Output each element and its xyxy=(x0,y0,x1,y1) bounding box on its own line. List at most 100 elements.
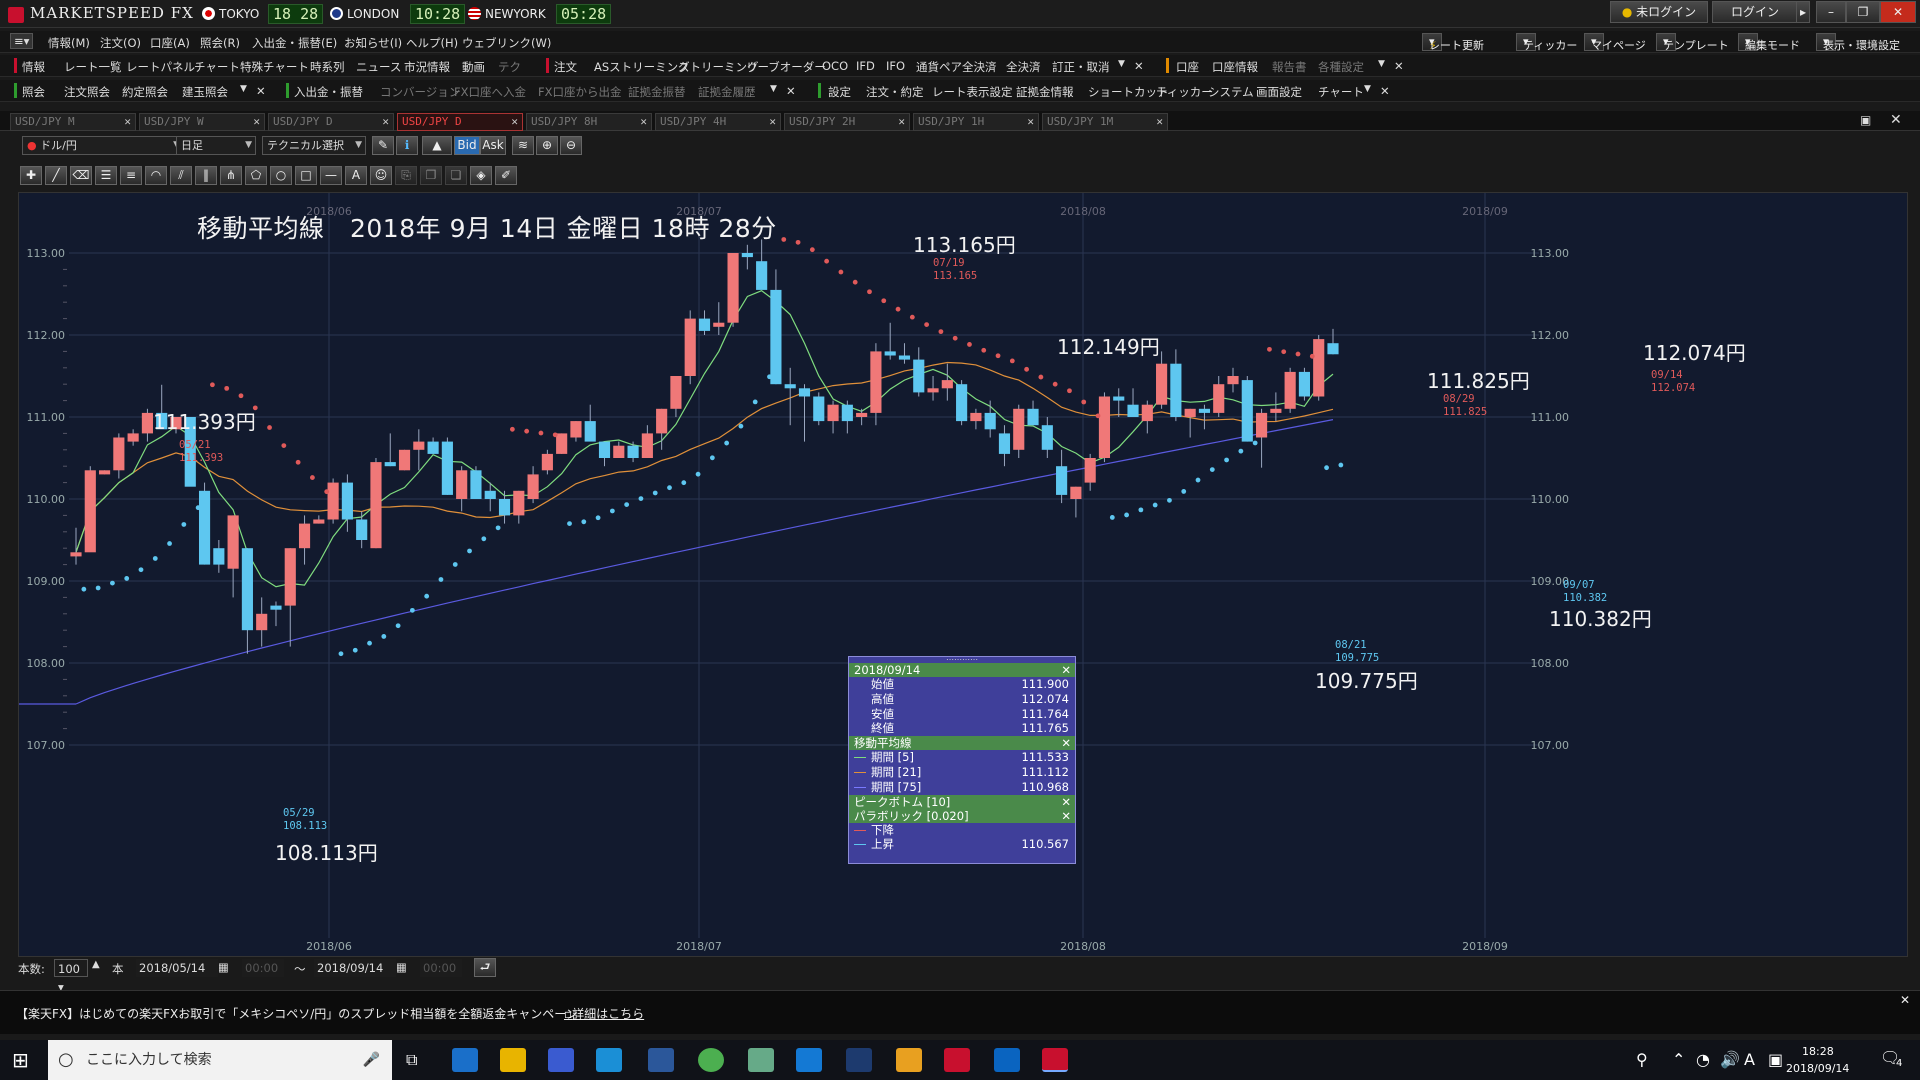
login-status-button[interactable]: ● 未ログイン xyxy=(1610,1,1708,23)
account-settings[interactable]: 各種設定 xyxy=(1318,59,1364,75)
order-cancel[interactable]: 訂正・取消 xyxy=(1052,59,1110,75)
close-icon[interactable]: ✕ xyxy=(1061,795,1071,809)
tab-close-icon[interactable]: ✕ xyxy=(898,114,905,130)
info-tech[interactable]: テク xyxy=(498,59,521,75)
info-rate-panel[interactable]: レートパネル xyxy=(126,59,195,75)
settings-ticker[interactable]: ティッカー xyxy=(1156,84,1213,100)
login-arrow-icon[interactable]: ▸ xyxy=(1796,1,1810,23)
edge-icon[interactable] xyxy=(796,1048,822,1072)
hline-icon[interactable]: — xyxy=(320,166,342,185)
minimize-button[interactable]: – xyxy=(1816,1,1846,23)
rate-update-button[interactable]: ⚡ レート更新 ▾ xyxy=(1422,33,1484,52)
circle-icon[interactable]: ○ xyxy=(270,166,292,185)
outlook-icon[interactable] xyxy=(994,1048,1020,1072)
volume-icon[interactable]: 🔊 xyxy=(1720,1050,1740,1069)
marketspeed-icon[interactable] xyxy=(944,1048,970,1072)
task-view-icon[interactable]: ⧉ xyxy=(406,1050,417,1070)
tab-close-icon[interactable]: ✕ xyxy=(640,114,647,130)
row2-dropdown-icon[interactable]: ▼ xyxy=(240,84,247,94)
eraser-icon[interactable]: ⌫ xyxy=(70,166,92,185)
row2c-close-icon[interactable]: ✕ xyxy=(1380,84,1390,98)
menu-weblink[interactable]: ウェブリンク(W) xyxy=(462,35,551,51)
from-date-input[interactable]: 2018/05/14 xyxy=(136,959,218,977)
ticker-button[interactable]: ティッカー ▾ xyxy=(1516,33,1577,52)
inquiry-executions[interactable]: 約定照会 xyxy=(122,84,168,100)
people-icon[interactable]: ⚲ xyxy=(1636,1050,1648,1069)
row2-close-icon[interactable]: ✕ xyxy=(256,84,266,98)
info-special-chart[interactable]: 特殊チャート xyxy=(240,59,309,75)
deposit-transfer[interactable]: 証拠金振替 xyxy=(628,84,686,100)
clock-time[interactable]: 18:28 xyxy=(1802,1045,1834,1058)
to-time-input[interactable]: 00:00 xyxy=(420,959,462,977)
settings-order[interactable]: 注文・約定 xyxy=(866,84,924,100)
data-tooltip-panel[interactable]: ⋯⋯⋯⋯ 2018/09/14 ✕ 始値 111.900 高値 112.074 安値 1… xyxy=(848,656,1076,864)
restore-button[interactable]: ❐ xyxy=(1846,1,1880,23)
order-ifo[interactable]: IFO xyxy=(886,59,905,73)
compare-icon[interactable]: ≋ xyxy=(512,136,534,155)
menu-inquiry[interactable]: 照会(R) xyxy=(200,35,240,51)
chart-type-icon[interactable]: ▲ xyxy=(422,136,452,155)
inquiry-positions[interactable]: 建玉照会 xyxy=(182,84,228,100)
close-icon[interactable]: ✕ xyxy=(1061,736,1071,750)
tab-close-icon[interactable]: ✕ xyxy=(253,114,260,130)
channel-icon[interactable]: ≡ xyxy=(120,166,142,185)
calendar-icon[interactable]: ▦ xyxy=(396,960,407,974)
tab-close-icon[interactable]: ✕ xyxy=(511,114,518,130)
count-select[interactable]: 100 ▾ xyxy=(54,959,88,994)
display-settings-button[interactable]: 表示・環境設定 ▾ xyxy=(1816,33,1900,52)
settings-system[interactable]: システム xyxy=(1208,84,1254,100)
from-time-input[interactable]: 00:00 xyxy=(242,959,284,977)
order-ifd[interactable]: IFD xyxy=(856,59,875,73)
app-dark-icon[interactable] xyxy=(846,1048,872,1072)
row2b-dropdown-icon[interactable]: ▼ xyxy=(770,84,777,94)
row2b-close-icon[interactable]: ✕ xyxy=(786,84,796,98)
ime-mode-icon[interactable]: ▣ xyxy=(1768,1050,1783,1069)
crosshair-icon[interactable]: ✚ xyxy=(20,166,42,185)
login-button[interactable]: ログイン xyxy=(1712,1,1798,23)
app-orange-icon[interactable] xyxy=(896,1048,922,1072)
microphone-icon[interactable]: 🎤 xyxy=(363,1040,380,1080)
text-icon[interactable]: A xyxy=(345,166,367,185)
delete-all-icon[interactable]: ✐ xyxy=(495,166,517,185)
row1b-close-icon[interactable]: ✕ xyxy=(1394,59,1404,73)
news-link[interactable]: ▫詳細はこちら xyxy=(564,1005,644,1022)
row1-dropdown-icon[interactable]: ▼ xyxy=(1118,59,1125,69)
calculator-icon[interactable] xyxy=(548,1048,574,1072)
edit-mode-button[interactable]: 編集モード ▾ xyxy=(1738,33,1800,52)
inquiry-orders[interactable]: 注文照会 xyxy=(64,84,110,100)
bid-toggle[interactable]: Bid xyxy=(454,136,480,155)
close-chart-icon[interactable]: ✕ xyxy=(1890,112,1902,128)
hlines-icon[interactable]: ☰ xyxy=(95,166,117,185)
ask-toggle[interactable]: Ask xyxy=(480,136,506,155)
deposit-in[interactable]: FX口座へ入金 xyxy=(454,84,526,100)
menu-order[interactable]: 注文(O) xyxy=(100,35,141,51)
group-settings-label[interactable]: 設定 xyxy=(828,84,851,100)
info-rate-list[interactable]: レート一覧 xyxy=(64,59,122,75)
marketspeed-fx-icon[interactable] xyxy=(1042,1048,1068,1072)
arc-icon[interactable]: ◠ xyxy=(145,166,167,185)
app-icon[interactable] xyxy=(748,1048,774,1072)
taskbar-search[interactable]: ○ ここに入力して検索 🎤 xyxy=(48,1040,392,1080)
group-deposit-label[interactable]: 入出金・振替 xyxy=(294,84,363,100)
tab-close-icon[interactable]: ✕ xyxy=(124,114,131,130)
symbol-select[interactable]: ● ドル/円 xyxy=(22,136,184,155)
app-blue-icon[interactable] xyxy=(596,1048,622,1072)
tab-usdjpy-8h[interactable]: USD/JPY 8H ✕ xyxy=(526,113,652,131)
count-up-icon[interactable]: ▲ xyxy=(92,959,100,970)
tab-close-icon[interactable]: ✕ xyxy=(769,114,776,130)
group-info-label[interactable]: 情報 xyxy=(22,59,45,75)
trendline-icon[interactable]: ╱ xyxy=(45,166,67,185)
menu-account[interactable]: 口座(A) xyxy=(150,35,190,51)
tab-usdjpy-d[interactable]: USD/JPY D ✕ xyxy=(268,113,394,131)
technical-select[interactable]: テクニカル選択 xyxy=(262,136,366,155)
hamburger-menu-icon[interactable]: ≡▾ xyxy=(10,33,34,49)
pen-icon[interactable]: ✎ xyxy=(372,136,394,155)
settings-margin[interactable]: 証拠金情報 xyxy=(1016,84,1074,100)
deposit-conversion[interactable]: コンバージョン xyxy=(380,84,460,100)
explorer-icon[interactable] xyxy=(500,1048,526,1072)
order-leave[interactable]: リーブオーダー xyxy=(746,59,826,75)
vlines-icon[interactable]: ‖ xyxy=(195,166,217,185)
order-settle-all[interactable]: 全決済 xyxy=(1006,59,1041,75)
group-account-label[interactable]: 口座 xyxy=(1176,59,1199,75)
clock-date[interactable]: 2018/09/14 xyxy=(1786,1062,1849,1075)
